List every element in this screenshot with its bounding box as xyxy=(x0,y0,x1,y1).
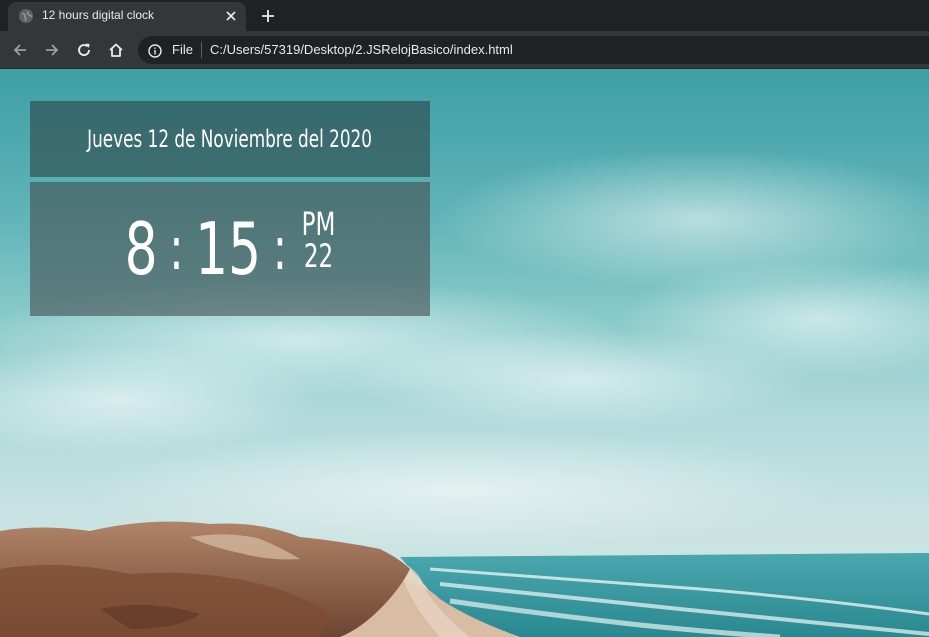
tab-title: 12 hours digital clock xyxy=(42,8,155,22)
browser-tab[interactable]: 12 hours digital clock xyxy=(8,2,246,31)
plus-icon[interactable] xyxy=(256,4,280,28)
time-separator: : xyxy=(272,214,288,284)
minutes-value: 15 xyxy=(195,207,262,291)
close-icon[interactable] xyxy=(222,7,240,25)
page-viewport: Jueves 12 de Noviembre del 2020 8 : 15 :… xyxy=(0,69,929,637)
info-icon[interactable] xyxy=(148,43,162,58)
address-bar[interactable]: File C:/Users/57319/Desktop/2.JSRelojBas… xyxy=(138,36,929,64)
ampm-seconds-stack: PM 22 xyxy=(302,208,336,272)
time-display: 8 : 15 : PM 22 xyxy=(86,182,374,316)
url-scheme-label: File xyxy=(172,42,193,57)
date-panel: Jueves 12 de Noviembre del 2020 xyxy=(30,101,430,177)
time-separator: : xyxy=(169,214,184,284)
date-text: Jueves 12 de Noviembre del 2020 xyxy=(87,125,373,153)
browser-toolbar: File C:/Users/57319/Desktop/2.JSRelojBas… xyxy=(0,31,929,69)
time-panel: 8 : 15 : PM 22 xyxy=(30,182,430,316)
globe-icon xyxy=(19,9,33,23)
arrow-left-icon[interactable] xyxy=(8,38,32,62)
arrow-right-icon[interactable] xyxy=(40,38,64,62)
omnibox-divider xyxy=(201,42,202,58)
seconds-value: 22 xyxy=(303,237,334,275)
ampm-indicator: PM xyxy=(301,205,336,243)
hours-value: 8 xyxy=(124,207,158,291)
home-icon[interactable] xyxy=(104,38,128,62)
tab-strip: 12 hours digital clock xyxy=(0,0,929,31)
url-text[interactable]: C:/Users/57319/Desktop/2.JSRelojBasico/i… xyxy=(210,42,513,57)
reload-icon[interactable] xyxy=(72,38,96,62)
